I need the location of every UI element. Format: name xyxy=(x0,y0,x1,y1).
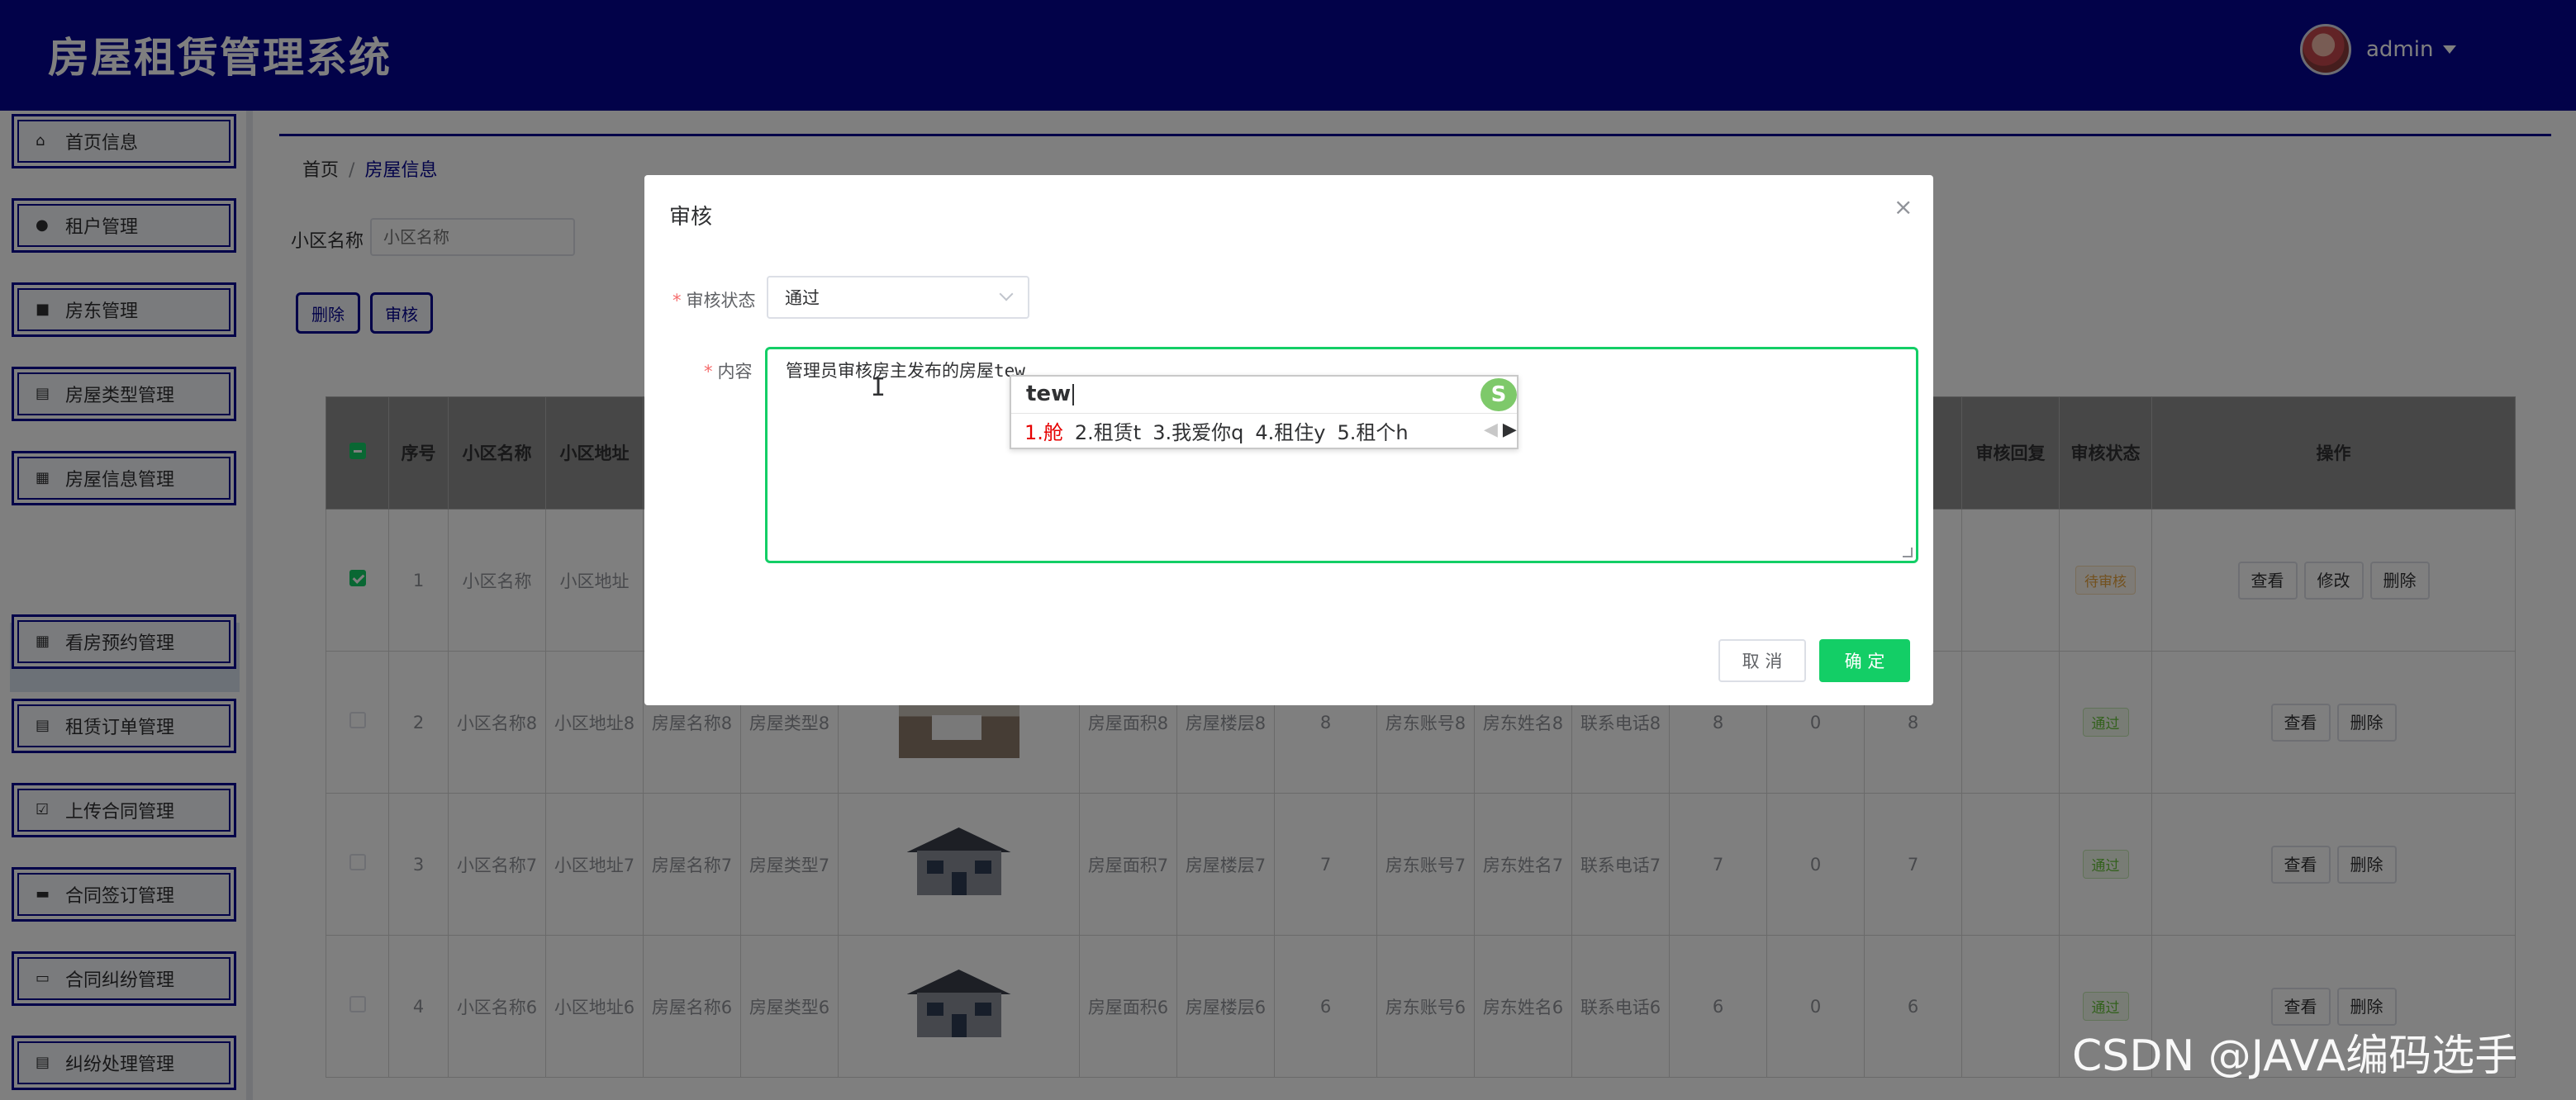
ime-candidate[interactable]: 5.租个h xyxy=(1337,421,1408,444)
watermark: CSDN @JAVA编码选手 xyxy=(2072,1031,2518,1081)
audit-status-value: 通过 xyxy=(785,288,820,308)
chevron-down-icon xyxy=(999,287,1014,301)
divider xyxy=(1011,413,1517,414)
ime-candidate-window: tew S 1.舱 2.租赁t 3.我爱你q 4.租住y 5.租个h ◀ ▶ xyxy=(1010,375,1519,449)
audit-status-select[interactable]: 通过 xyxy=(767,276,1029,319)
resize-handle-icon[interactable] xyxy=(1903,548,1913,557)
prev-page-icon[interactable]: ◀ xyxy=(1484,420,1498,440)
ime-candidate[interactable]: 3.我爱你q xyxy=(1153,421,1243,444)
ime-composition: tew xyxy=(1026,382,1074,406)
ime-pager: ◀ ▶ xyxy=(1484,420,1517,440)
ime-candidate[interactable]: 1.舱 xyxy=(1024,421,1063,444)
cancel-button[interactable]: 取 消 xyxy=(1718,639,1806,682)
audit-status-label: * 审核状态 xyxy=(673,291,756,311)
ime-candidates: 1.舱 2.租赁t 3.我爱你q 4.租住y 5.租个h xyxy=(1024,416,1420,445)
content-label-text: 内容 xyxy=(717,362,753,382)
sogou-logo-icon: S xyxy=(1480,378,1517,411)
ime-candidate[interactable]: 4.租住y xyxy=(1255,421,1325,444)
content-text: 管理员审核房主发布的房屋tew xyxy=(786,361,1025,381)
next-page-icon[interactable]: ▶ xyxy=(1503,420,1517,440)
confirm-button[interactable]: 确 定 xyxy=(1819,639,1910,682)
dialog-title: 审核 xyxy=(669,205,713,230)
ime-candidate[interactable]: 2.租赁t xyxy=(1075,421,1141,444)
audit-status-label-text: 审核状态 xyxy=(686,291,756,311)
text-cursor-icon: I xyxy=(871,373,886,402)
close-icon[interactable]: × xyxy=(1894,193,1913,220)
content-label: * 内容 xyxy=(704,362,753,382)
